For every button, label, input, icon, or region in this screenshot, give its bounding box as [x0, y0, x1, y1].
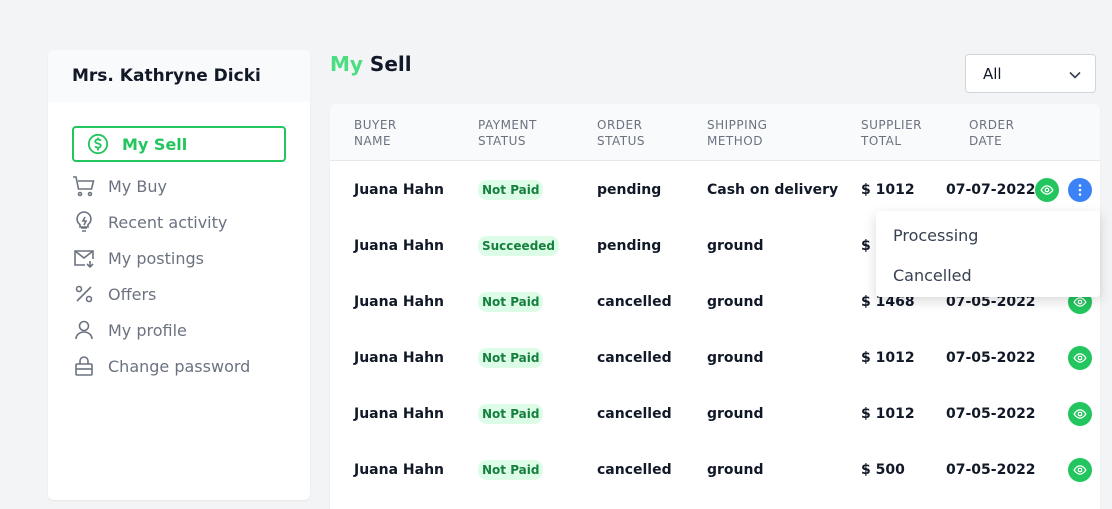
order-date: 07-07-2022: [946, 182, 1036, 198]
order-status: cancelled: [597, 294, 672, 310]
page-title-accent: My: [330, 52, 363, 76]
payment-status-badge: Not Paid: [478, 348, 544, 368]
buyer-name: Juana Hahn: [354, 238, 445, 254]
column-header-supplier-total: SUPPLIER TOTAL: [861, 118, 923, 148]
order-status-dropdown-menu: Processing Cancelled: [876, 211, 1100, 297]
view-order-button[interactable]: [1035, 178, 1059, 202]
column-header-buyer-name: BUYER NAME: [354, 118, 397, 148]
order-status: pending: [597, 238, 662, 254]
column-header-payment-status: PAYMENT STATUS: [478, 118, 537, 148]
order-status: cancelled: [597, 462, 672, 478]
eye-icon: [1073, 465, 1087, 475]
eye-icon: [1073, 353, 1087, 363]
chevron-down-icon: [1069, 65, 1081, 83]
more-actions-button[interactable]: [1068, 178, 1092, 202]
sidebar-item-label: My profile: [108, 320, 187, 340]
column-header-order-status: ORDER STATUS: [597, 118, 646, 148]
status-filter-value: All: [983, 64, 1002, 83]
lightbulb-icon: [72, 210, 96, 234]
orders-table: BUYER NAME PAYMENT STATUS ORDER STATUS SHIP…: [330, 104, 1100, 509]
view-order-button[interactable]: [1068, 346, 1092, 370]
sidebar-nav: My Sell My Buy Recent activity My postin…: [48, 102, 310, 384]
sidebar-item-my-profile[interactable]: My profile: [72, 312, 310, 348]
payment-status-badge: Not Paid: [478, 180, 544, 200]
sidebar-item-my-sell[interactable]: My Sell: [72, 126, 286, 162]
sidebar-item-label: My postings: [108, 248, 204, 268]
supplier-total: $ 1012: [861, 182, 915, 198]
shipping-method: ground: [707, 238, 764, 254]
shipping-method: Cash on delivery: [707, 182, 839, 198]
order-status: cancelled: [597, 406, 672, 422]
sidebar-item-recent-activity[interactable]: Recent activity: [72, 204, 310, 240]
sidebar-item-label: Offers: [108, 284, 157, 304]
menu-item-cancelled[interactable]: Cancelled: [876, 255, 1100, 295]
payment-status-badge: Not Paid: [478, 404, 544, 424]
sidebar-item-label: My Buy: [108, 176, 167, 196]
order-date: 07-05-2022: [946, 350, 1036, 366]
buyer-name: Juana Hahn: [354, 350, 445, 366]
view-order-button[interactable]: [1068, 402, 1092, 426]
buyer-name: Juana Hahn: [354, 294, 445, 310]
column-header-shipping-method: SHIPPING METHOD: [707, 118, 768, 148]
shipping-method: ground: [707, 406, 764, 422]
sidebar-item-change-password[interactable]: Change password: [72, 348, 310, 384]
buyer-name: Juana Hahn: [354, 462, 445, 478]
sidebar: Mrs. Kathryne Dicki My Sell My Buy Recen…: [48, 50, 310, 500]
page-title: My Sell: [330, 52, 412, 76]
lock-icon: [72, 354, 96, 378]
supplier-total: $ 500: [861, 462, 905, 478]
order-date: 07-05-2022: [946, 462, 1036, 478]
order-status: pending: [597, 182, 662, 198]
buyer-name: Juana Hahn: [354, 182, 445, 198]
more-vertical-icon: [1078, 184, 1082, 196]
mail-download-icon: [72, 246, 96, 270]
table-row: Juana Hahn Not Paid pending Cash on deli…: [330, 162, 1100, 218]
shipping-method: ground: [707, 350, 764, 366]
sidebar-user-name: Mrs. Kathryne Dicki: [48, 50, 310, 102]
cart-icon: [72, 174, 96, 198]
table-header: BUYER NAME PAYMENT STATUS ORDER STATUS SHIP…: [330, 104, 1100, 161]
table-row: Juana Hahn Not Paid cancelled ground $ 1…: [330, 330, 1100, 386]
eye-icon: [1073, 297, 1087, 307]
page-title-rest: Sell: [369, 52, 412, 76]
sidebar-item-my-postings[interactable]: My postings: [72, 240, 310, 276]
sidebar-item-label: Change password: [108, 356, 251, 376]
sidebar-item-my-buy[interactable]: My Buy: [72, 168, 310, 204]
eye-icon: [1040, 185, 1054, 195]
dollar-circle-icon: [86, 132, 110, 156]
user-icon: [72, 318, 96, 342]
payment-status-badge: Not Paid: [478, 292, 544, 312]
percent-icon: [72, 282, 96, 306]
shipping-method: ground: [707, 294, 764, 310]
supplier-total: $ 1012: [861, 350, 915, 366]
shipping-method: ground: [707, 462, 764, 478]
buyer-name: Juana Hahn: [354, 406, 445, 422]
view-order-button[interactable]: [1068, 458, 1092, 482]
order-status: cancelled: [597, 350, 672, 366]
sidebar-item-label: My Sell: [122, 134, 188, 154]
table-row: Juana Hahn Not Paid cancelled ground $ 1…: [330, 386, 1100, 442]
order-date: 07-05-2022: [946, 406, 1036, 422]
table-row: Juana Hahn Not Paid cancelled ground $ 5…: [330, 442, 1100, 498]
menu-item-processing[interactable]: Processing: [876, 215, 1100, 255]
payment-status-badge: Succeeded: [478, 236, 560, 256]
column-header-order-date: ORDER DATE: [969, 118, 1015, 148]
supplier-total: $ 1012: [861, 406, 915, 422]
sidebar-item-offers[interactable]: Offers: [72, 276, 310, 312]
sidebar-item-label: Recent activity: [108, 212, 228, 232]
payment-status-badge: Not Paid: [478, 460, 544, 480]
status-filter-select[interactable]: All: [965, 54, 1096, 93]
eye-icon: [1073, 409, 1087, 419]
